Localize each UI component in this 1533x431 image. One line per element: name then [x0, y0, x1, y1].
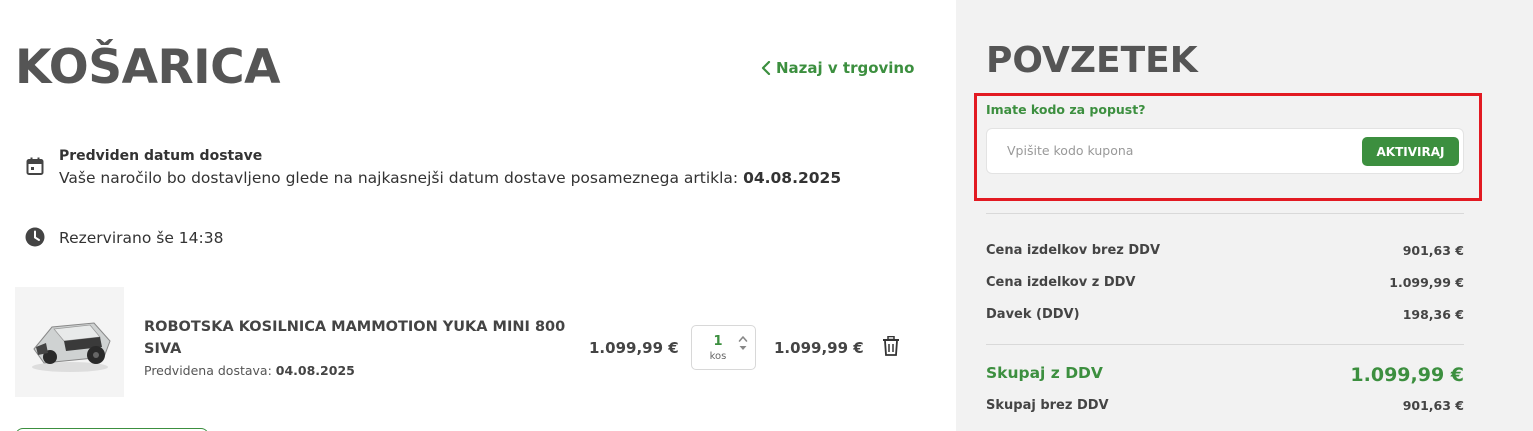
calendar-icon — [26, 157, 44, 175]
product-delivery-estimate: Predvidena dostava: 04.08.2025 — [144, 363, 355, 378]
reservation-timer: Rezervirano še 14:38 — [59, 229, 224, 247]
summary-row-gross: Cena izdelkov z DDV 1.099,99 € — [986, 275, 1464, 290]
delivery-date: 04.08.2025 — [743, 169, 842, 187]
clock-icon — [25, 227, 45, 247]
quantity-stepper[interactable]: 1 kos — [691, 325, 756, 370]
cart-item: ROBOTSKA KOSILNICA MAMMOTION YUKA MINI 8… — [15, 287, 915, 397]
page-title: KOŠARICA — [15, 40, 281, 95]
quantity-value[interactable]: 1 — [692, 334, 744, 349]
robot-mower-image — [31, 322, 111, 372]
unit-price: 1.099,99 € — [589, 339, 679, 357]
chevron-left-icon — [761, 61, 771, 75]
divider — [986, 344, 1464, 345]
divider — [986, 213, 1464, 214]
summary-row-vat: Davek (DDV) 198,36 € — [986, 307, 1464, 322]
trash-icon[interactable] — [882, 336, 900, 356]
cart-section: KOŠARICA Nazaj v trgovino Predviden datu… — [0, 0, 956, 431]
activate-coupon-button[interactable]: AKTIVIRAJ — [1362, 137, 1459, 166]
summary-panel: POVZETEK Imate kodo za popust? AKTIVIRAJ… — [956, 0, 1533, 431]
coupon-input[interactable] — [1007, 143, 1347, 158]
cart-page: KOŠARICA Nazaj v trgovino Predviden datu… — [0, 0, 1533, 431]
product-image[interactable] — [15, 287, 124, 397]
delivery-info: Predviden datum dostave Vaše naročilo bo… — [25, 146, 841, 190]
summary-title: POVZETEK — [986, 40, 1198, 81]
product-name[interactable]: ROBOTSKA KOSILNICA MAMMOTION YUKA MINI 8… — [144, 316, 584, 360]
reservation-info: Rezervirano še 14:38 — [25, 226, 223, 250]
back-link-label: Nazaj v trgovino — [776, 59, 915, 77]
delivery-title: Predviden datum dostave — [59, 148, 263, 164]
line-total-price: 1.099,99 € — [774, 339, 864, 357]
summary-row-net: Cena izdelkov brez DDV 901,63 € — [986, 243, 1464, 258]
back-to-shop-link[interactable]: Nazaj v trgovino — [761, 59, 914, 77]
summary-total: Skupaj z DDV 1.099,99 € — [986, 364, 1464, 386]
quantity-unit: kos — [709, 351, 727, 362]
delivery-text: Vaše naročilo bo dostavljeno glede na na… — [59, 169, 842, 187]
stepper-arrows-icon[interactable] — [738, 334, 748, 354]
coupon-label: Imate kodo za popust? — [986, 102, 1146, 117]
summary-total-no-vat: Skupaj brez DDV 901,63 € — [986, 398, 1464, 413]
coupon-field: AKTIVIRAJ — [986, 128, 1464, 174]
